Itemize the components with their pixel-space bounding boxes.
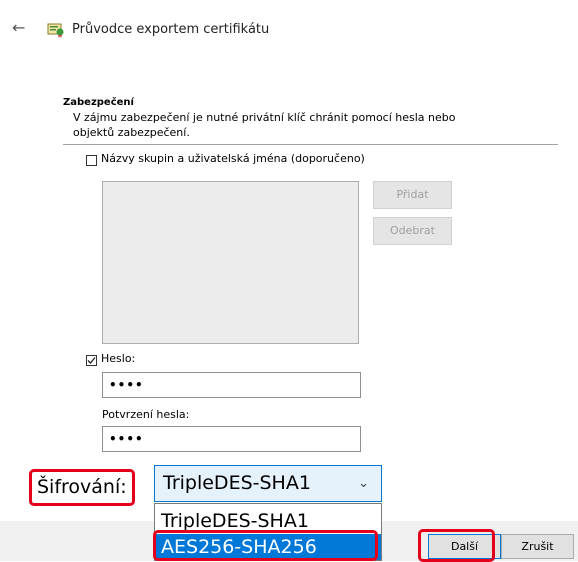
next-button-highlight <box>418 529 495 562</box>
section-description: V zájmu zabezpečení je nutné privátní kl… <box>73 111 456 139</box>
cancel-button[interactable]: Zrušit <box>501 534 574 559</box>
remove-button[interactable]: Odebrat <box>373 217 452 245</box>
section-heading: Zabezpečení <box>63 97 134 108</box>
certificate-wizard-icon <box>47 20 65 38</box>
encryption-label: Šifrování: <box>37 476 127 498</box>
password-field[interactable]: •••• <box>102 372 361 398</box>
groups-listbox[interactable] <box>102 181 359 344</box>
confirm-password-label: Potvrzení hesla: <box>102 408 190 421</box>
password-checkbox-label[interactable]: Heslo: <box>101 352 135 365</box>
chevron-down-icon[interactable]: ⌄ <box>358 466 369 501</box>
encryption-selected-value: TripleDES-SHA1 <box>163 472 311 494</box>
window-title: Průvodce exportem certifikátu <box>72 22 270 37</box>
checkmark-icon <box>87 357 96 364</box>
section-divider <box>63 144 558 145</box>
aes-option-highlight <box>153 530 378 561</box>
add-button[interactable]: Přidat <box>373 181 452 209</box>
confirm-password-field[interactable]: •••• <box>102 426 361 452</box>
groups-checkbox-label[interactable]: Názvy skupin a uživatelská jména (doporu… <box>101 152 365 165</box>
back-arrow-icon[interactable]: ← <box>12 20 25 36</box>
groups-checkbox[interactable] <box>86 155 97 166</box>
encryption-combobox[interactable]: TripleDES-SHA1 ⌄ <box>154 465 382 502</box>
password-checkbox[interactable] <box>86 355 97 366</box>
